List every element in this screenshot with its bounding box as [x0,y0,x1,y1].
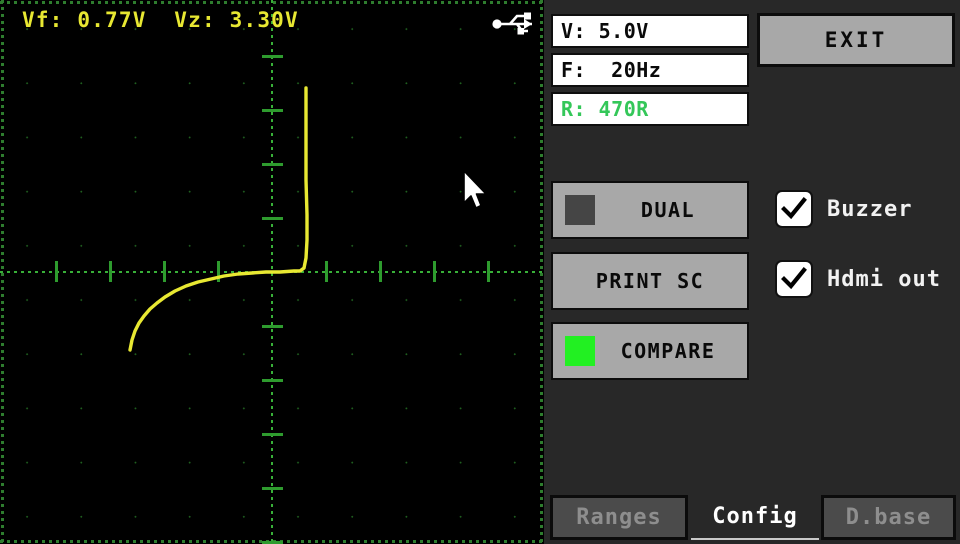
print-sc-button-label: PRINT SC [595,269,705,293]
axis-tick-x [217,261,220,282]
axis-tick-x [487,261,490,282]
tab-bar: Ranges Config D.base [544,492,960,544]
exit-button[interactable]: EXIT [757,13,955,67]
axis-tick-x [163,261,166,282]
control-panel: V: 5.0V F: 20Hz R: 470R EXIT DUAL PRINT … [544,0,960,544]
dual-button[interactable]: DUAL [551,181,749,239]
buzzer-checkbox-row[interactable]: Buzzer [777,192,912,226]
axis-tick-x [325,261,328,282]
readout-voltage: V: 5.0V [551,14,749,48]
axis-tick-x [109,261,112,282]
axis-vertical [271,0,273,544]
buzzer-label: Buzzer [827,196,913,222]
hdmi-out-checkbox-row[interactable]: Hdmi out [777,262,941,296]
tab-dbase[interactable]: D.base [821,495,956,540]
axis-tick-y [262,487,283,490]
usb-icon [492,12,532,35]
readout-frequency: F: 20Hz [551,53,749,87]
hdmi-out-checkbox[interactable] [777,262,811,296]
buzzer-checkbox[interactable] [777,192,811,226]
axis-tick-y [262,217,283,220]
dual-indicator-swatch [565,195,595,225]
compare-button[interactable]: COMPARE [551,322,749,380]
axis-tick-x [433,261,436,282]
dual-button-label: DUAL [640,198,696,222]
scope-display[interactable]: Vf: 0.77V Vz: 3.30V [0,0,544,544]
mouse-cursor [463,170,487,209]
app-root: Vf: 0.77V Vz: 3.30V V: 5.0V F: 20Hz R: 4… [0,0,960,544]
compare-button-label: COMPARE [620,339,716,363]
axis-tick-y [262,109,283,112]
axis-tick-x [379,261,382,282]
scope-readout-header: Vf: 0.77V Vz: 3.30V [22,8,299,32]
checkmark-icon [781,267,807,290]
axis-tick-y [262,55,283,58]
axis-tick-y [262,379,283,382]
axis-tick-y [262,163,283,166]
axis-tick-y [262,433,283,436]
tab-config[interactable]: Config [691,495,819,540]
axis-tick-y [262,325,283,328]
print-sc-button[interactable]: PRINT SC [551,252,749,310]
axis-tick-x [55,261,58,282]
tab-ranges[interactable]: Ranges [550,495,688,540]
hdmi-out-label: Hdmi out [827,266,941,292]
readout-resistance: R: 470R [551,92,749,126]
compare-indicator-swatch [565,336,595,366]
checkmark-icon [781,197,807,220]
